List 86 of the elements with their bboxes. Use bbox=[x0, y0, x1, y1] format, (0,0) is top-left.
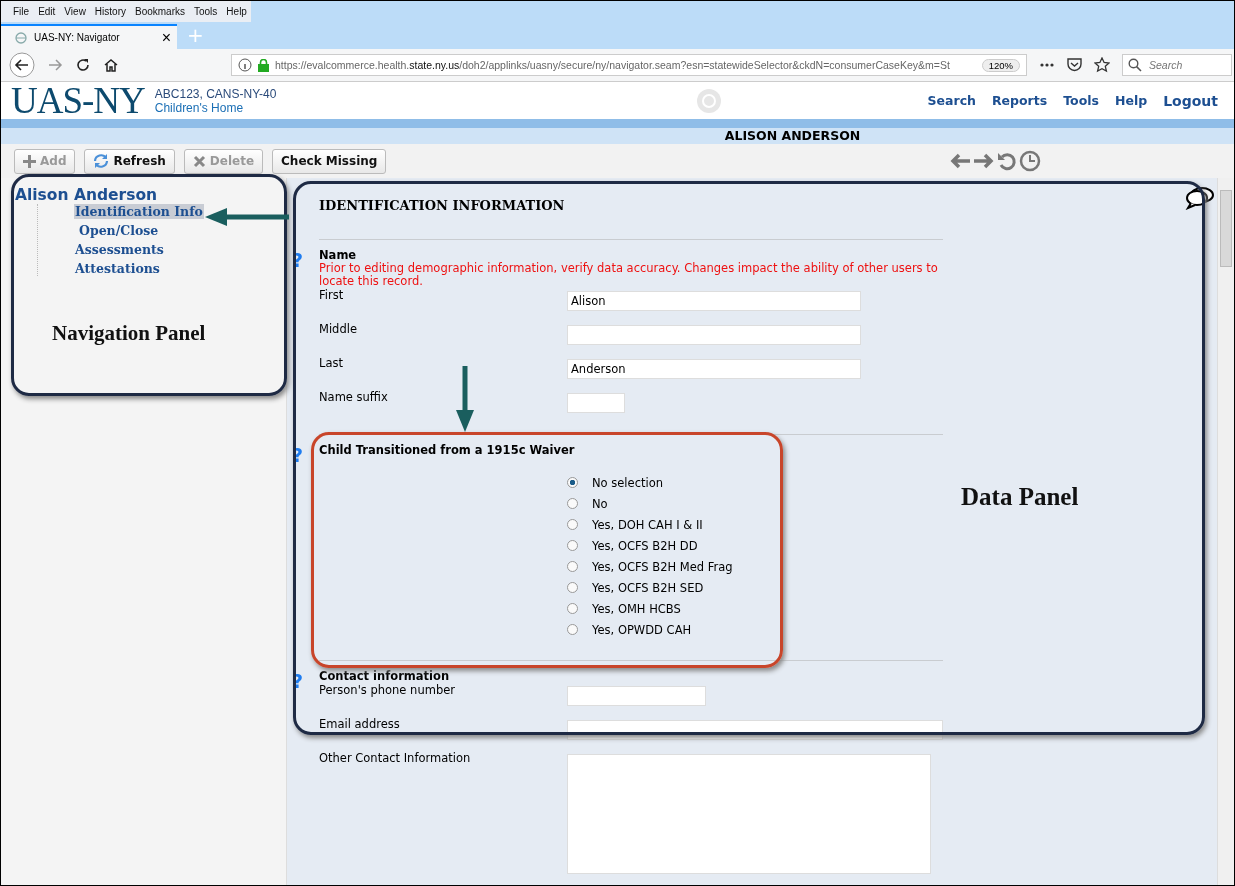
organization-code: ABC123, CANS-NY-40 bbox=[154, 86, 277, 101]
plus-icon bbox=[23, 154, 36, 168]
info-icon bbox=[238, 58, 252, 72]
radio-button[interactable] bbox=[567, 624, 578, 635]
text-field[interactable] bbox=[567, 686, 706, 706]
globe-icon bbox=[15, 31, 27, 44]
radio-option[interactable]: Yes, OCFS B2H DD bbox=[567, 537, 943, 554]
section-heading: Contact information bbox=[319, 669, 451, 683]
text-field[interactable] bbox=[567, 325, 861, 345]
radio-button[interactable] bbox=[567, 477, 578, 488]
text-field[interactable]: Anderson bbox=[567, 359, 861, 379]
menu-item[interactable]: Bookmarks bbox=[135, 6, 185, 17]
x-icon bbox=[192, 154, 206, 168]
header-link[interactable]: Reports bbox=[992, 93, 1048, 108]
field-label: Other Contact Information bbox=[319, 751, 472, 765]
radio-button[interactable] bbox=[567, 540, 578, 551]
organization-name: Children's Home bbox=[154, 100, 245, 115]
field-label: Email address bbox=[319, 717, 401, 731]
radio-option[interactable]: Yes, OCFS B2H SED bbox=[567, 579, 943, 596]
annotation-arrow bbox=[455, 366, 475, 432]
zoom-badge[interactable]: 120% bbox=[981, 58, 1020, 72]
radio-option[interactable]: Yes, OCFS B2H Med Frag bbox=[567, 558, 943, 575]
radio-option[interactable]: Yes, DOH CAH I & II bbox=[567, 516, 943, 533]
text-field[interactable]: Alison bbox=[567, 291, 861, 311]
undo-icon[interactable] bbox=[997, 151, 1018, 171]
radio-option[interactable]: No bbox=[567, 495, 943, 512]
menu-item[interactable]: Help bbox=[226, 6, 247, 17]
warning-text: Prior to editing demographic information, verify data accuracy. Changes impact the ability of other users to locate this record. bbox=[319, 262, 939, 288]
tab-title: UAS-NY: Navigator bbox=[34, 32, 120, 43]
tree-item[interactable]: Attestations bbox=[74, 261, 161, 276]
menu-item[interactable]: Edit bbox=[38, 6, 56, 17]
field-label: First bbox=[319, 288, 345, 302]
radio-button[interactable] bbox=[567, 519, 578, 530]
header-link[interactable]: Tools bbox=[1063, 93, 1099, 108]
loading-indicator-icon bbox=[696, 87, 723, 114]
left-arrow-icon[interactable] bbox=[949, 152, 972, 170]
back-icon[interactable] bbox=[9, 52, 35, 78]
right-arrow-icon[interactable] bbox=[973, 152, 996, 170]
header-link[interactable]: Search bbox=[927, 93, 976, 108]
star-icon[interactable] bbox=[1094, 57, 1110, 73]
home-icon[interactable] bbox=[103, 57, 119, 73]
comment-icon[interactable] bbox=[1185, 186, 1215, 210]
menu-item[interactable]: History bbox=[94, 6, 126, 17]
logo: UAS-NY bbox=[10, 79, 145, 122]
browser-tab[interactable]: UAS-NY: Navigator × bbox=[1, 24, 177, 49]
section-heading: Name bbox=[319, 248, 358, 262]
menu-item[interactable]: Tools bbox=[194, 6, 218, 17]
form-title: IDENTIFICATION INFORMATION bbox=[319, 197, 566, 215]
close-tab-button[interactable]: × bbox=[161, 28, 171, 47]
field-label: Middle bbox=[319, 322, 358, 336]
clock-icon[interactable] bbox=[1019, 150, 1042, 172]
menu-item[interactable]: File bbox=[13, 6, 30, 17]
url-text: https://evalcommerce.health.state.ny.us/doh2/applinks/uasny/secure/ny/navigator.seam?esn=statewideSelector&ckdN=consumerCaseKey&m=St bbox=[275, 59, 951, 71]
section-heading: Child Transitioned from a 1915c Waiver bbox=[319, 443, 576, 457]
menu-item[interactable]: View bbox=[64, 6, 86, 17]
search-field[interactable]: Search bbox=[1122, 54, 1232, 76]
tree-item[interactable]: Open/Close bbox=[74, 223, 160, 238]
header-link[interactable]: Logout bbox=[1163, 92, 1218, 109]
pocket-icon[interactable] bbox=[1067, 58, 1082, 72]
address-bar[interactable]: https://evalcommerce.health.state.ny.us/doh2/applinks/uasny/secure/ny/navigator.seam?esn=statewideSelector&ckdN=consumerCaseKey&m=St 120% bbox=[231, 54, 1027, 76]
annotation-label: Data Panel bbox=[961, 483, 1079, 511]
radio-button[interactable] bbox=[567, 582, 578, 593]
tree-item[interactable]: Identification Info bbox=[74, 204, 204, 219]
scrollbar[interactable] bbox=[1217, 178, 1234, 885]
radio-option[interactable]: Yes, OPWDD CAH bbox=[567, 621, 943, 638]
text-field[interactable] bbox=[567, 393, 625, 413]
field-label: Last bbox=[319, 356, 344, 370]
person-name: ALISON ANDERSON bbox=[724, 128, 861, 144]
field-label: Name suffix bbox=[319, 390, 389, 404]
field-label: Person's phone number bbox=[319, 683, 456, 697]
tree-root[interactable]: Alison Anderson bbox=[15, 186, 286, 204]
reload-icon[interactable] bbox=[75, 57, 91, 73]
toolbar-button[interactable]: Check Missing bbox=[272, 148, 387, 174]
more-icon[interactable] bbox=[1039, 62, 1055, 68]
annotation-label: Navigation Panel bbox=[52, 321, 207, 346]
lock-icon bbox=[258, 58, 269, 72]
radio-option[interactable]: Yes, OMH HCBS bbox=[567, 600, 943, 617]
radio-button[interactable] bbox=[567, 498, 578, 509]
refresh-icon bbox=[93, 154, 110, 168]
radio-button[interactable] bbox=[567, 603, 578, 614]
radio-option[interactable]: No selection bbox=[567, 474, 943, 491]
forward-icon[interactable] bbox=[47, 57, 63, 73]
toolbar-button[interactable]: Refresh bbox=[84, 148, 175, 174]
tree-item[interactable]: Assessments bbox=[74, 242, 165, 257]
radio-button[interactable] bbox=[567, 561, 578, 572]
header-link[interactable]: Help bbox=[1115, 93, 1148, 108]
